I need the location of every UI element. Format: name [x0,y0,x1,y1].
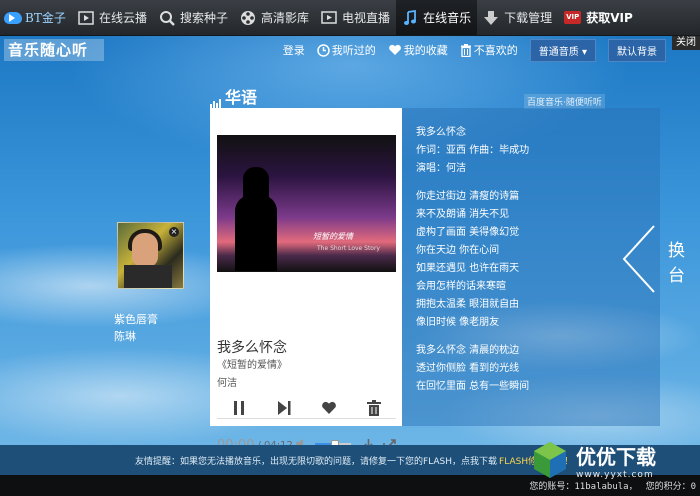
music-note-icon [402,9,418,26]
nav-download-manager[interactable]: 下载管理 [477,0,558,35]
clock-icon [317,43,330,57]
source-watermark: 百度音乐·随便听听 [524,94,605,109]
trash-icon [366,399,381,416]
lyric-line: 你在天边 你在心间 [416,245,500,256]
caret-down-icon: ▾ [581,46,587,58]
nav-search-torrent[interactable]: 搜索种子 [153,0,234,35]
site-name: 优优下载 [576,444,656,469]
favorite-button[interactable] [318,397,340,419]
lyrics-block: 你走过街边 清瘦的诗篇 来不及朗诵 消失不见 虚构了画面 美得像幻觉 你在天边 你在心… [416,188,646,332]
quality-label: 普通音质 [538,46,579,58]
app-logo[interactable]: BT金子 [0,0,72,35]
close-icon[interactable]: × [169,227,179,237]
album-cover: 短暂的爱情 The Short Love Story [217,135,396,272]
nav-label: 在线云播 [99,11,148,25]
cover-title: 短暂的爱情 [313,232,353,241]
lyric-line: 透过你侧脸 看到的光线 [416,363,520,374]
lyric-line: 像旧时候 像老朋友 [416,317,500,328]
next-channel-label[interactable]: 换台 [668,236,700,286]
nav-online-cloud-play[interactable]: 在线云播 [72,0,153,35]
heart-icon [322,401,336,414]
channel-name: 华语 [225,88,258,107]
site-logo-icon [534,442,566,478]
trash-icon [460,43,471,57]
lyric-line: 你走过街边 清瘦的诗篇 [416,191,520,202]
lyrics-block: 我多么怀念作词：亚西 作曲：毕成功 演唱：何洁 [416,124,646,178]
nav-online-music[interactable]: 在线音乐 [396,0,478,35]
points-info: 您的积分：0 [645,482,696,492]
play-box-icon [78,10,94,26]
player-card: 短暂的爱情 The Short Love Story 我多么怀念 《短暂的爱情》… [210,108,402,453]
lyric-line: 我多么怀念 清晨的枕边 [416,345,520,356]
quality-dropdown[interactable]: 普通音质 ▾ [529,38,596,62]
dislike-label: 不喜欢的 [473,44,518,57]
lyric-line: 会用怎样的话来寒暄 [416,281,506,292]
favorites-label: 我的收藏 [403,44,448,57]
lyric-line: 在回忆里面 总有一些瞬间 [416,381,530,392]
notice-text: 友情提醒：如果您无法播放音乐，出现无限切歌的问题，请修复一下您的FLASH，点我… [135,456,498,467]
cloud-play-icon [4,11,22,24]
history-link[interactable]: 我听过的 [317,42,376,58]
nav-hd-library[interactable]: 高清影库 [234,0,315,35]
nav-label: 高清影库 [261,11,310,25]
next-track-button[interactable] [273,397,295,419]
previous-song-artist: 陈琳 [114,330,136,343]
skip-next-icon [278,400,291,415]
site-url: www.yyxt.com [576,469,654,480]
pause-icon [234,400,245,415]
nav-label: 搜索种子 [180,11,229,25]
music-toolbar: 登录 我听过的 我的收藏 不喜欢的 普通音质 ▾ 默认背景 [283,38,666,62]
background-dropdown[interactable]: 默认背景 [608,38,666,62]
equalizer-icon [210,98,221,108]
cover-subtitle: The Short Love Story [317,245,380,252]
lyric-line: 作词：亚西 作曲：毕成功 [416,145,530,156]
channel-title: 华语 [210,84,257,108]
lyrics-block: 我多么怀念 清晨的枕边 透过你侧脸 看到的光线 在回忆里面 总有一些瞬间 [416,342,646,396]
vip-badge-icon: VIP [564,11,582,24]
previous-song-title: 紫色唇膏 [114,313,158,326]
login-link[interactable]: 登录 [283,42,305,58]
favorites-link[interactable]: 我的收藏 [388,42,448,58]
lyric-line: 我多么怀念 [416,127,466,138]
lyric-line: 演唱：何洁 [416,163,466,174]
dislike-button[interactable] [363,397,385,419]
nav-tv-live[interactable]: 电视直播 [315,0,396,35]
download-arrow-icon [483,10,499,26]
site-watermark: 优优下载 www.yyxt.com [530,440,656,480]
nav-label: 获取VIP [586,11,633,25]
album-name: 《短暂的爱情》 [217,360,287,371]
lyric-line: 如果还遇见 也许在雨天 [416,263,520,274]
nav-label: 在线音乐 [423,11,472,25]
lyric-line: 拥抱太温柔 眼泪就自由 [416,299,520,310]
top-nav-bar: BT金子 在线云播 搜索种子 高清影库 电视直播 在线音乐 下载管理 VIP 获… [0,0,700,36]
app-logo-text: BT金子 [25,11,66,25]
film-reel-icon [240,10,256,26]
nav-label: 下载管理 [504,11,553,25]
close-button[interactable]: 关闭 [672,36,700,50]
search-icon [159,10,175,26]
lyric-line: 来不及朗诵 消失不见 [416,209,510,220]
account-info: 您的账号：11balabula， [529,482,638,492]
music-brand-title: 音乐随心听 [4,39,104,61]
nav-label: 电视直播 [342,11,391,25]
heart-icon [388,44,401,55]
music-stage: 音乐随心听 关闭 登录 我听过的 我的收藏 不喜欢的 普通音质 ▾ 默认背景 华… [0,36,700,453]
nav-get-vip[interactable]: VIP 获取VIP [558,0,639,35]
pause-button[interactable] [228,397,250,419]
dislike-link[interactable]: 不喜欢的 [460,42,518,58]
history-label: 我听过的 [331,44,376,57]
song-title: 我多么怀念 [217,340,287,356]
tv-play-icon [321,10,337,26]
previous-song-cover[interactable]: × [117,222,184,289]
artist-name: 何洁 [217,378,237,389]
lyric-line: 虚构了画面 美得像幻觉 [416,227,520,238]
playback-controls [217,397,396,419]
next-channel-arrow-icon[interactable] [620,224,660,294]
